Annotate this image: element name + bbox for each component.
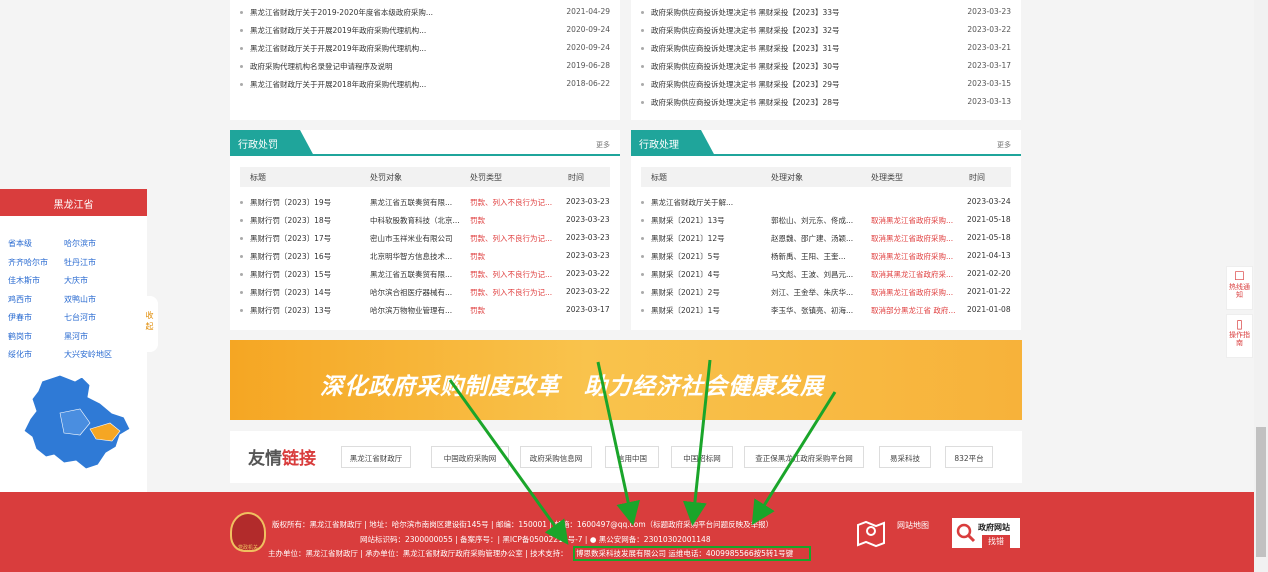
annotation-arrows bbox=[448, 359, 837, 545]
